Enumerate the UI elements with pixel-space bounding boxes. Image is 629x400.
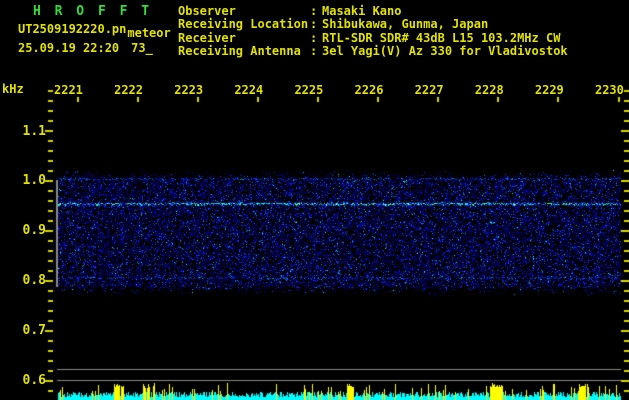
info-row-antenna: Receiving Antenna:3el Yagi(V) Az 330 for… bbox=[178, 44, 568, 59]
x-tick-label: 2226 bbox=[354, 83, 384, 97]
field-label: Receiving Location bbox=[178, 17, 309, 32]
y-tick-label: 0.7 bbox=[22, 323, 46, 338]
field-separator: : bbox=[310, 44, 318, 59]
x-tick-label: 2223 bbox=[174, 83, 204, 97]
y-tick-label: 0.6 bbox=[22, 373, 46, 388]
field-separator: : bbox=[310, 30, 318, 45]
status-counter: 73_ bbox=[131, 41, 153, 55]
y-tick-label: 1.0 bbox=[22, 173, 46, 188]
field-separator: : bbox=[310, 17, 318, 32]
hrofft-window: H R O F F T UT2509192220.pnmeteor 25.09.… bbox=[0, 0, 629, 400]
field-label: Receiver bbox=[178, 30, 236, 45]
window-label: meteor bbox=[127, 26, 171, 40]
file-line: UT2509192220.pnmeteor bbox=[18, 22, 171, 40]
info-row-location: Receiving Location: Shibukawa, Gunma, Jap… bbox=[178, 17, 568, 32]
x-tick-label: 2227 bbox=[414, 83, 444, 97]
info-row-receiver: Receiver: RTL-SDR SDR# 43dB L15 103.2MHz … bbox=[178, 30, 568, 45]
info-row-observer: Observer: Masaki Kano bbox=[178, 4, 568, 18]
field-label: Receiving Antenna bbox=[178, 44, 301, 59]
app-title: H R O F F T bbox=[33, 4, 153, 19]
field-value: 3el Yagi(V) Az 330 for Vladivostok bbox=[322, 44, 568, 59]
y-tick-label: 0.9 bbox=[22, 223, 46, 238]
y-tick-label: 1.1 bbox=[22, 124, 46, 139]
x-tick-label: 2225 bbox=[294, 83, 324, 97]
x-tick-label: 2229 bbox=[534, 83, 564, 97]
field-value: RTL-SDR SDR# 43dB L15 103.2MHz CW bbox=[322, 30, 561, 45]
field-label: Observer bbox=[178, 4, 236, 18]
datetime-text: 25.09.19 22:20 bbox=[18, 41, 120, 55]
x-axis-tick-labels: 2221 2222 2223 2224 2225 2226 2227 2228 … bbox=[54, 83, 624, 97]
x-tick-label: 2224 bbox=[234, 83, 264, 97]
output-filename: UT2509192220.pn bbox=[18, 22, 127, 36]
x-tick-label: 2230 bbox=[594, 83, 624, 97]
field-value: Masaki Kano bbox=[322, 4, 402, 18]
field-value: Shibukawa, Gunma, Japan bbox=[322, 17, 489, 32]
observation-info: Observer: Masaki Kano Receiving Location:… bbox=[178, 4, 568, 59]
x-tick-label: 2222 bbox=[114, 83, 144, 97]
y-tick-label: 0.8 bbox=[22, 273, 46, 288]
x-tick-label: 2221 bbox=[54, 83, 83, 97]
y-axis-unit-label: kHz bbox=[2, 82, 24, 96]
x-tick-label: 2228 bbox=[474, 83, 504, 97]
date-line: 25.09.19 22:20 73_ bbox=[18, 41, 153, 55]
field-separator: : bbox=[310, 4, 318, 18]
spectrogram-canvas bbox=[0, 0, 629, 400]
